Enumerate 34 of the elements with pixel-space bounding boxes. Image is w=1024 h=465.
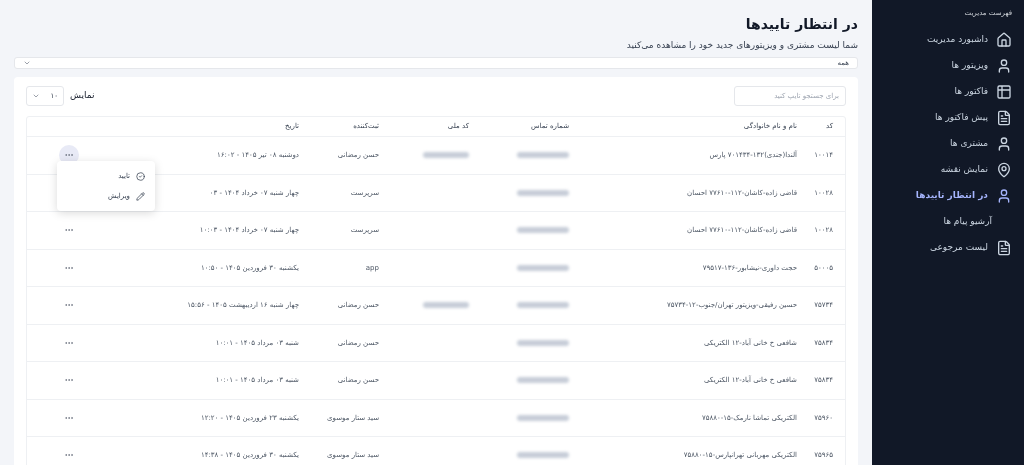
sidebar-item[interactable]: پیش فاکتور ها: [880, 108, 1016, 127]
check-circle-icon: [136, 171, 145, 181]
blurred-value: [517, 264, 569, 271]
page-size-label: نمایش: [70, 89, 95, 103]
blurred-value: [517, 377, 569, 384]
blurred-value: [423, 152, 469, 159]
person-icon: [996, 187, 1012, 204]
page-subtitle: شما لیست مشتری و ویزیتورهای جدید خود را مشاهده می‌کنید: [625, 39, 858, 52]
sidebar-item[interactable]: نمایش نقشه: [880, 160, 1016, 179]
blurred-value: [423, 302, 469, 309]
document-icon: [996, 239, 1012, 256]
table-icon: [996, 83, 1012, 100]
person-icon: [996, 135, 1012, 152]
blurred-value: [517, 414, 569, 421]
blurred-value: [517, 452, 569, 459]
sidebar-item[interactable]: آرشیو پیام ها: [880, 212, 1016, 231]
blurred-value: [517, 152, 569, 159]
sidebar-item[interactable]: داشبورد مدیریت: [880, 30, 1016, 49]
location-pin-icon: [996, 161, 1012, 178]
blurred-value: [517, 227, 569, 234]
sidebar-item[interactable]: ویزیتور ها: [880, 56, 1016, 75]
pencil-icon: [136, 191, 145, 201]
blurred-value: [517, 302, 569, 309]
sidebar-item[interactable]: مشتری ها: [880, 134, 1016, 153]
sidebar-item[interactable]: لیست مرجوعی: [880, 238, 1016, 257]
home-icon: [996, 31, 1012, 48]
page-title: در انتظار تاییدها: [744, 15, 858, 34]
chevron-down-icon: [32, 92, 40, 100]
sidebar-item[interactable]: فاکتور ها: [880, 82, 1016, 101]
document-icon: [996, 109, 1012, 126]
blurred-value: [517, 339, 569, 346]
person-icon: [996, 57, 1012, 74]
blurred-value: [517, 189, 569, 196]
sidebar-item[interactable]: در انتظار تاییدها: [880, 186, 1016, 205]
